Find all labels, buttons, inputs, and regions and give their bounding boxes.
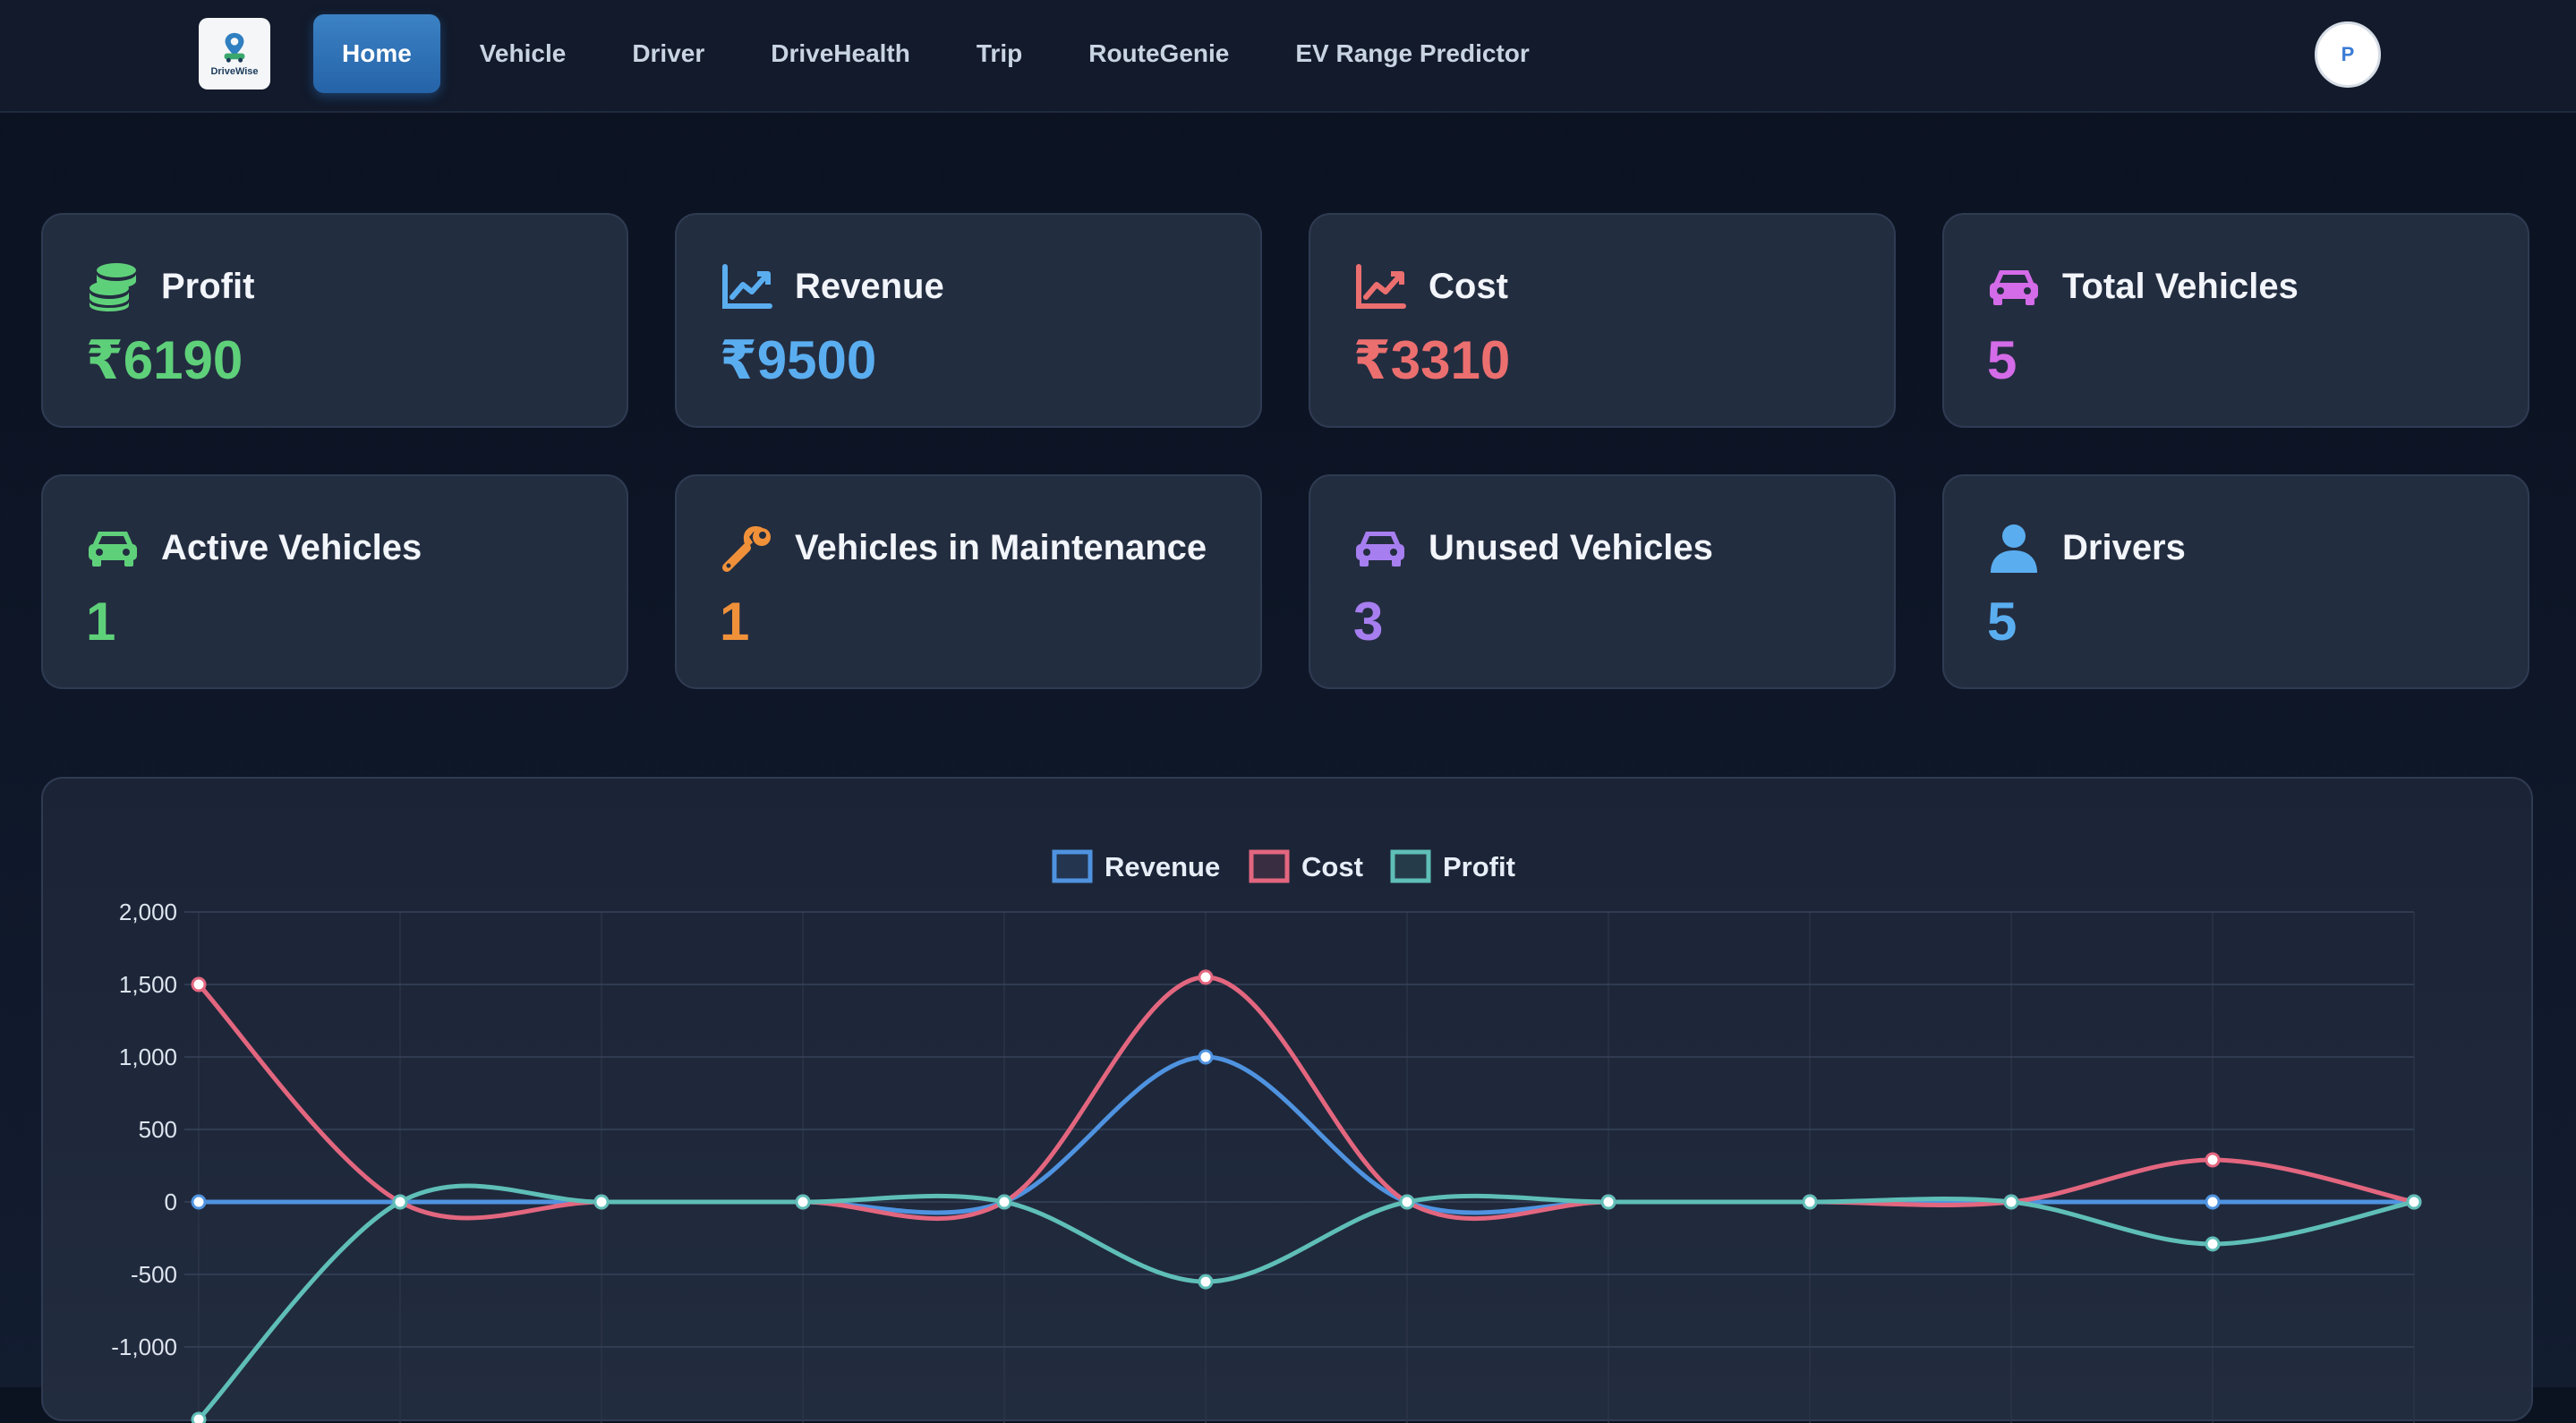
maintenance-value: 1 [720, 592, 750, 652]
cost-value: ₹3310 [1353, 330, 1511, 390]
y-tick-label: 1,000 [119, 1044, 177, 1070]
maintenance-title: Vehicles in Maintenance [795, 527, 1207, 567]
data-point-cost [2205, 1152, 2221, 1168]
data-point-revenue [2205, 1194, 2221, 1210]
y-tick-label: 0 [165, 1189, 177, 1215]
data-point-profit [795, 1194, 811, 1210]
series-line-revenue [199, 1054, 2414, 1215]
avatar-initial: P [2341, 43, 2355, 65]
legend-swatch [1390, 849, 1431, 883]
data-point-profit [191, 1411, 207, 1423]
drivers-value: 5 [1987, 592, 2017, 652]
nav-home[interactable]: Home [313, 14, 440, 93]
active-vehicles-card: Active Vehicles 1 [41, 474, 628, 689]
data-point-cost [191, 976, 207, 993]
revenue-card: Revenue ₹9500 [675, 213, 1262, 428]
active-vehicles-title: Active Vehicles [161, 527, 422, 567]
legend-label: Cost [1301, 851, 1363, 882]
y-tick-label: -1,000 [111, 1334, 177, 1360]
nav-drivehealth[interactable]: DriveHealth [738, 14, 943, 93]
series-line-profit [197, 1183, 2415, 1421]
financial-line-chart[interactable]: 2,000 1,500 1,000 500 0 -500 -1,000 Revenue Cost… [43, 779, 2535, 1423]
chart-line-icon [722, 264, 772, 309]
drivewise-logo[interactable]: DriveWise [199, 18, 270, 89]
data-point-revenue [191, 1194, 207, 1210]
data-point-cost [1198, 969, 1214, 985]
unused-vehicles-value: 3 [1353, 592, 1384, 652]
unused-vehicles-card: Unused Vehicles 3 [1309, 474, 1896, 689]
total-vehicles-value: 5 [1987, 330, 2017, 390]
revenue-value: ₹9500 [720, 330, 877, 390]
financial-chart-panel: 2,000 1,500 1,000 500 0 -500 -1,000 Revenue Cost… [41, 777, 2535, 1423]
top-navbar: DriveWise Home Vehicle Driver DriveHealt… [0, 0, 2576, 113]
nav-routegenie[interactable]: RouteGenie [1056, 14, 1261, 93]
maintenance-card: Vehicles in Maintenance 1 [675, 474, 1262, 689]
data-point-revenue [1198, 1049, 1214, 1065]
y-tick-label: 2,000 [119, 899, 177, 925]
coins-icon [90, 263, 136, 311]
y-tick-label: 1,500 [119, 971, 177, 998]
y-tick-label: -500 [131, 1261, 177, 1288]
data-point-profit [1802, 1194, 1818, 1210]
total-vehicles-title: Total Vehicles [2062, 266, 2299, 306]
legend-label: Revenue [1105, 851, 1220, 882]
data-point-profit [2406, 1194, 2422, 1210]
nav-trip[interactable]: Trip [944, 14, 1054, 93]
y-tick-label: 500 [139, 1116, 177, 1143]
legend-swatch [1052, 849, 1093, 883]
legend-label: Profit [1443, 851, 1515, 882]
profit-card: Profit ₹6190 [41, 213, 628, 428]
active-vehicles-value: 1 [86, 592, 116, 652]
nav-vehicle[interactable]: Vehicle [448, 14, 599, 93]
car-icon [1990, 270, 2038, 305]
data-point-profit [1600, 1194, 1616, 1210]
data-point-profit [1399, 1194, 1415, 1210]
nav-ev-range-predictor[interactable]: EV Range Predictor [1263, 14, 1561, 93]
drivers-card: Drivers 5 [1942, 474, 2529, 689]
data-point-profit [593, 1194, 610, 1210]
drivers-title: Drivers [2062, 527, 2186, 567]
cost-card: Cost ₹3310 [1309, 213, 1896, 428]
user-avatar[interactable]: P [2315, 21, 2381, 88]
data-point-profit [2205, 1236, 2221, 1252]
data-point-profit [1198, 1274, 1214, 1290]
data-point-profit [392, 1194, 408, 1210]
series-line-cost [197, 975, 2415, 1222]
profit-value: ₹6190 [86, 330, 243, 390]
nav-links: Home Vehicle Driver DriveHealth Trip Rou… [313, 14, 1564, 93]
unused-vehicles-title: Unused Vehicles [1429, 527, 1713, 567]
logo-text: DriveWise [210, 66, 259, 77]
car-icon [89, 532, 137, 567]
data-point-profit [2003, 1194, 2019, 1210]
total-vehicles-card: Total Vehicles 5 [1942, 213, 2529, 428]
legend-swatch [1249, 849, 1290, 883]
cost-title: Cost [1429, 266, 1508, 306]
data-point-profit [996, 1194, 1012, 1210]
revenue-title: Revenue [795, 266, 944, 306]
car-icon [1356, 532, 1404, 567]
car-pin-icon [224, 32, 245, 63]
nav-driver[interactable]: Driver [600, 14, 737, 93]
profit-title: Profit [161, 266, 255, 306]
user-icon [1991, 524, 2037, 573]
chart-line-icon [1356, 264, 1406, 309]
wrench-icon [722, 526, 771, 572]
